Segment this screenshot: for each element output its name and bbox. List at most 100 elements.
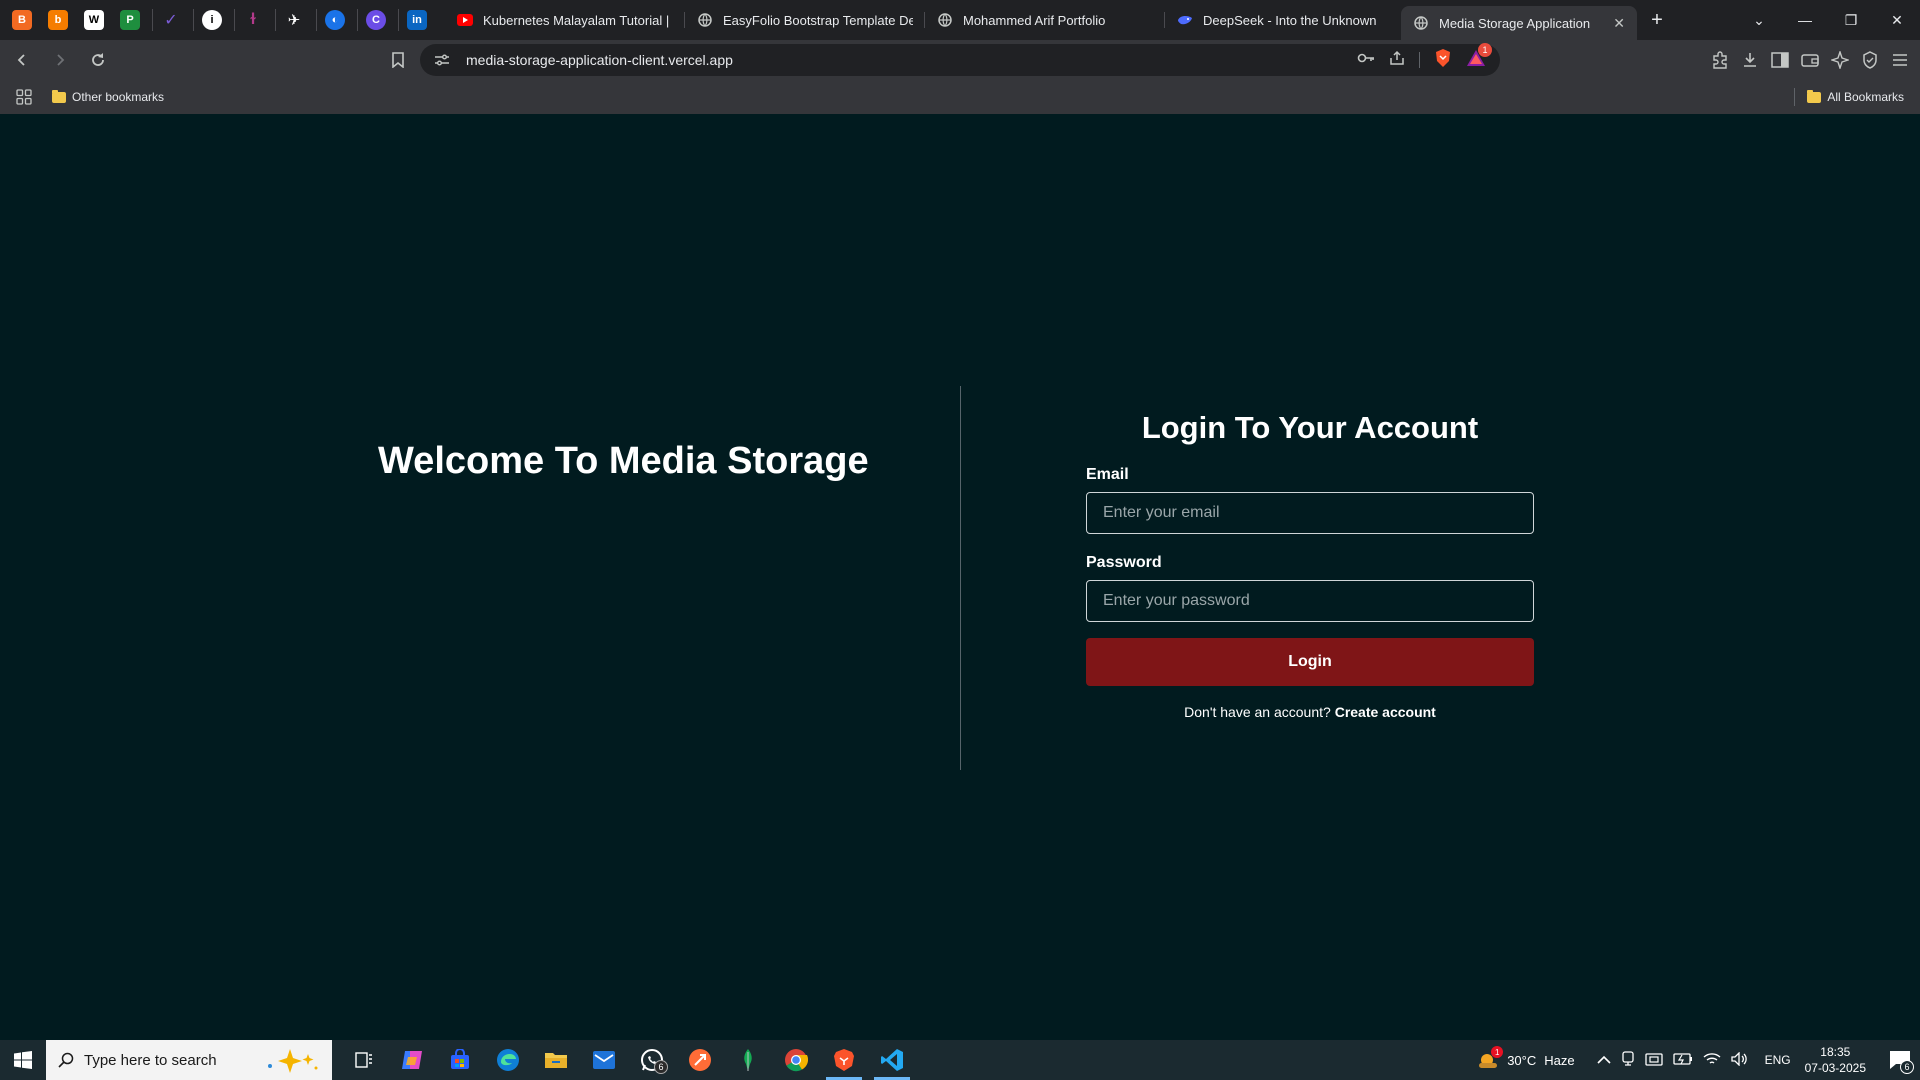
camera-icon[interactable] — [1644, 1052, 1663, 1069]
forward-button[interactable] — [44, 44, 76, 76]
tab-deepseek[interactable]: DeepSeek - Into the Unknown — [1165, 4, 1401, 36]
pinned-tab-runner[interactable]: ✈ — [278, 4, 310, 36]
tab-portfolio[interactable]: Mohammed Arif Portfolio — [925, 4, 1165, 36]
close-tab-icon[interactable]: ✕ — [1601, 15, 1625, 32]
task-view-icon — [355, 1052, 372, 1068]
browser-toolbar: media-storage-application-client.vercel.… — [0, 40, 1920, 80]
other-bookmarks-folder[interactable]: Other bookmarks — [52, 89, 165, 104]
wallet-icon[interactable] — [1798, 48, 1822, 72]
whatsapp-badge: 6 — [654, 1060, 668, 1074]
runner-icon: ✈ — [287, 12, 301, 29]
pinned-tab-purple[interactable]: C — [360, 4, 392, 36]
downloads-icon[interactable] — [1738, 48, 1762, 72]
password-key-icon[interactable] — [1357, 51, 1375, 69]
arrow-right-icon — [57, 54, 65, 66]
taskbar-edge[interactable] — [484, 1040, 532, 1080]
weather-temperature: 30°C — [1507, 1052, 1537, 1068]
taskbar-search[interactable]: Type here to search — [46, 1040, 332, 1080]
apps-grid-icon[interactable] — [16, 89, 32, 105]
wifi-icon[interactable] — [1703, 1052, 1721, 1069]
pinned-tab-check[interactable]: ✓ — [155, 4, 187, 36]
other-bookmarks-label: Other bookmarks — [72, 90, 165, 104]
pinned-separator — [316, 9, 317, 31]
login-button[interactable]: Login — [1086, 638, 1534, 686]
weather-description: Haze — [1544, 1052, 1575, 1068]
tab-kubernetes[interactable]: Kubernetes Malayalam Tutorial | Pa — [445, 4, 685, 36]
pinned-tab-brave[interactable]: B — [6, 4, 38, 36]
create-account-link[interactable]: Create account — [1335, 704, 1436, 720]
pinned-tab-blogger[interactable]: b — [42, 4, 74, 36]
sidebar-icon[interactable] — [1768, 48, 1792, 72]
taskbar-copilot[interactable] — [388, 1040, 436, 1080]
tab-search-chevron-icon[interactable]: ⌄ — [1736, 12, 1782, 29]
weather-sun-icon: 1 — [1477, 1046, 1504, 1070]
volume-icon[interactable] — [1730, 1050, 1749, 1069]
rewards-notification-badge: 1 — [1478, 42, 1492, 57]
leo-ai-icon[interactable] — [1828, 48, 1852, 72]
pinned-tab-wordpress[interactable]: W — [78, 4, 110, 36]
share-icon[interactable] — [1389, 50, 1405, 71]
pinned-tab-project[interactable]: P — [114, 4, 146, 36]
task-view-button[interactable] — [340, 1040, 388, 1080]
reload-button[interactable] — [82, 44, 114, 76]
minimize-icon[interactable]: — — [1782, 12, 1828, 28]
vpn-shield-icon[interactable] — [1858, 48, 1882, 72]
extensions-puzzle-icon[interactable] — [1708, 48, 1732, 72]
copilot-icon — [402, 1051, 422, 1069]
tab-title: DeepSeek - Into the Unknown — [1203, 12, 1377, 28]
back-button[interactable] — [6, 44, 38, 76]
tab-media-storage[interactable]: Media Storage Application ✕ — [1401, 6, 1637, 40]
clock-date: 07-03-2025 — [1804, 1061, 1866, 1075]
mongodb-leaf-icon — [744, 1049, 752, 1071]
reload-icon — [92, 53, 104, 66]
taskbar-mongodb[interactable] — [724, 1040, 772, 1080]
password-input[interactable] — [1086, 580, 1534, 622]
system-clock[interactable]: 18:35 07-03-2025 — [1805, 1044, 1866, 1076]
welcome-heading: Welcome To Media Storage — [378, 440, 869, 482]
taskbar-file-explorer[interactable] — [532, 1040, 580, 1080]
purple-c-icon: C — [366, 10, 386, 30]
start-button[interactable] — [0, 1040, 46, 1080]
menu-hamburger-icon[interactable] — [1888, 48, 1912, 72]
taskbar-whatsapp[interactable]: 6 — [628, 1040, 676, 1080]
site-settings-icon[interactable] — [434, 53, 452, 67]
close-window-icon[interactable]: ✕ — [1874, 12, 1920, 29]
weather-alert-badge: 1 — [1491, 1046, 1504, 1058]
address-bar[interactable]: media-storage-application-client.vercel.… — [420, 42, 1500, 76]
pinned-tab-pink[interactable]: ɫ — [237, 4, 269, 36]
notifications-button[interactable]: 6 — [1880, 1040, 1920, 1080]
taskbar-apps: 6 — [340, 1040, 916, 1080]
taskbar-store[interactable] — [436, 1040, 484, 1080]
pinned-tab-globe-blue[interactable]: ◐ — [319, 4, 351, 36]
chevron-up-icon[interactable] — [1597, 1053, 1611, 1068]
new-tab-button[interactable]: + — [1643, 6, 1671, 34]
postman-icon — [689, 1049, 711, 1071]
battery-icon[interactable] — [1672, 1052, 1693, 1068]
bookmark-page-button[interactable] — [386, 44, 410, 76]
chrome-icon — [785, 1049, 808, 1072]
brave-rewards-icon[interactable]: 1 — [1466, 42, 1492, 72]
windows-taskbar: Type here to search 6 1 30°C Haze ENG 18… — [0, 1040, 1920, 1080]
language-indicator[interactable]: ENG — [1765, 1053, 1791, 1067]
all-bookmarks-folder[interactable]: All Bookmarks — [1807, 89, 1904, 104]
taskbar-postman[interactable] — [676, 1040, 724, 1080]
address-url: media-storage-application-client.vercel.… — [466, 52, 733, 68]
clock-time: 18:35 — [1820, 1045, 1851, 1059]
email-label: Email — [1086, 466, 1129, 483]
email-input[interactable] — [1086, 492, 1534, 534]
windows-logo-icon — [14, 1051, 32, 1069]
info-icon: i — [202, 10, 222, 30]
pinned-tab-info[interactable]: i — [196, 4, 228, 36]
tab-easyfolio[interactable]: EasyFolio Bootstrap Template Demo — [685, 4, 925, 36]
login-form: Login To Your Account Email Password Log… — [1086, 410, 1534, 720]
taskbar-vscode[interactable] — [868, 1040, 916, 1080]
brave-shields-icon[interactable] — [1434, 48, 1452, 73]
weather-widget[interactable]: 1 30°C Haze — [1477, 1046, 1575, 1070]
restore-icon[interactable]: ❐ — [1828, 12, 1874, 29]
meet-now-icon[interactable] — [1621, 1050, 1635, 1070]
taskbar-mail[interactable] — [580, 1040, 628, 1080]
blogger-icon: b — [48, 10, 68, 30]
taskbar-chrome[interactable] — [772, 1040, 820, 1080]
pinned-tab-linkedin[interactable]: in — [401, 4, 433, 36]
taskbar-brave[interactable] — [820, 1040, 868, 1080]
